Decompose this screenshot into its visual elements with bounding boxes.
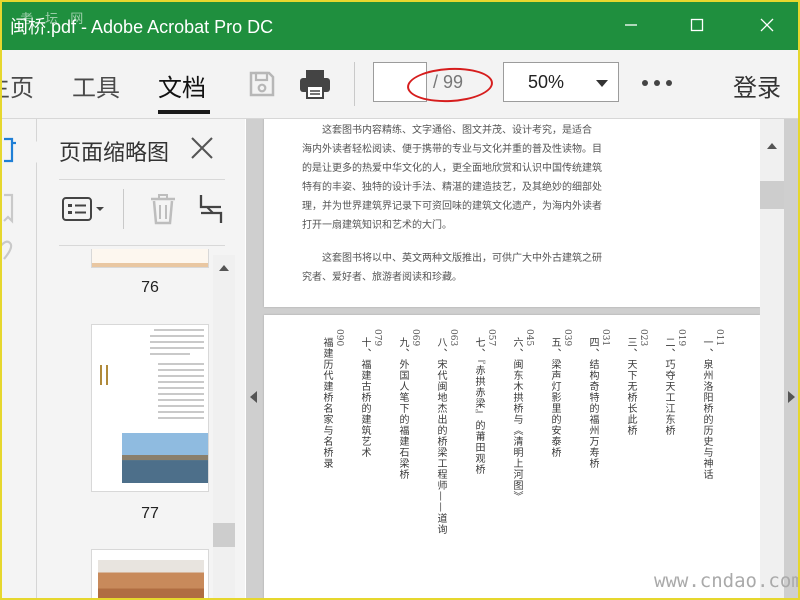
zoom-select[interactable]: 50%	[503, 62, 619, 102]
window-title: 闽桥.pdf - Adobe Acrobat Pro DC	[10, 17, 274, 37]
print-button[interactable]	[295, 64, 335, 104]
close-window-button[interactable]	[742, 0, 792, 50]
page-thumbnail-76[interactable]	[91, 249, 209, 268]
page-text-block: 这套图书内容精练、文字通俗、图文并茂、设计考究，是适合 海内外读者轻松阅读、便于…	[302, 121, 732, 287]
scroll-up-icon[interactable]	[767, 143, 777, 149]
scrollbar-thumb[interactable]	[760, 181, 784, 209]
toolbar-divider	[354, 62, 355, 106]
toc-entry: 090 福建历代建桥名家与名桥录	[321, 329, 344, 469]
thumbnail-photo	[98, 560, 204, 599]
pdf-page: 这套图书内容精练、文字通俗、图文并茂、设计考究，是适合 海内外读者轻松阅读、便于…	[264, 119, 760, 307]
crop-page-button[interactable]	[197, 191, 227, 227]
thumbnail-options-button[interactable]	[59, 191, 109, 227]
thumbnail-panel: 页面缩略图 76 77	[37, 119, 245, 600]
thumbnail-photo	[122, 433, 208, 483]
document-scrollbar[interactable]	[760, 119, 784, 600]
save-icon	[249, 71, 275, 97]
print-icon	[300, 70, 330, 99]
next-page-icon[interactable]	[788, 391, 795, 403]
crop-icon	[199, 195, 223, 223]
tab-home[interactable]: 主页	[0, 68, 34, 103]
panel-pointer	[26, 140, 38, 164]
chevron-down-icon	[596, 80, 608, 87]
document-view[interactable]: 这套图书内容精练、文字通俗、图文并茂、设计考究，是适合 海内外读者轻松阅读、便于…	[246, 119, 800, 600]
maximize-button[interactable]	[672, 0, 722, 50]
text-line: 海内外读者轻松阅读、便于携带的专业与文化并重的普及性读物。目	[302, 144, 602, 155]
toc-entry: 079 十、福建古桥的建筑艺术	[359, 329, 382, 458]
attachment-icon[interactable]	[0, 240, 13, 260]
thumbnail-label: 76	[141, 279, 159, 296]
delete-icon	[151, 194, 175, 225]
delete-page-button[interactable]	[143, 191, 183, 227]
toc-entry: 057 七、『赤拱赤梁』的莆田观桥	[473, 329, 496, 475]
tab-document[interactable]: 文档	[158, 68, 206, 103]
text-line: 究者、爱好者、旅游者阅读和珍藏。	[302, 272, 462, 283]
more-options-button[interactable]	[642, 80, 672, 86]
save-button[interactable]	[242, 64, 282, 104]
more-icon	[642, 80, 648, 86]
navigation-rail	[0, 119, 37, 600]
tab-tools[interactable]: 工具	[72, 68, 120, 103]
toc-entry: 019 二、巧夺天工江东桥	[663, 329, 686, 436]
page-thumbnails-icon[interactable]	[4, 137, 16, 163]
toc-entry: 023 三、天下无桥长此桥	[625, 329, 648, 436]
thumbnail-scrollbar[interactable]	[213, 255, 235, 600]
page-thumbnail-78[interactable]	[91, 549, 209, 600]
pdf-page-toc: 011 一、泉州洛阳桥的历史与神话 019 二、巧夺天工江东桥 023 三、天下无桥长…	[264, 315, 760, 600]
login-link[interactable]: 登录	[733, 68, 781, 103]
panel-title: 页面缩略图	[59, 141, 170, 166]
text-line: 理，并为世界建筑界记录下可资回味的建筑文化遗产，为海内外读者	[302, 201, 602, 212]
toc-entry: 031 四、结构奇特的福州万寿桥	[587, 329, 610, 469]
panel-tool-divider	[123, 189, 124, 229]
panel-divider	[59, 179, 225, 180]
toc-entry: 045 六、闽东木拱桥与《清明上河图》	[511, 329, 534, 502]
maximize-icon	[690, 18, 704, 32]
minimize-icon	[625, 24, 637, 26]
scrollbar-thumb[interactable]	[213, 523, 235, 547]
toc-entry: 063 八、宋代闽地杰出的桥梁工程师——道询	[435, 329, 458, 535]
active-tab-indicator	[158, 110, 210, 114]
text-line: 这套图书将以中、英文两种文版推出，可供广大中外古建筑之研	[322, 253, 602, 264]
toc-entry: 039 五、梁声灯影里的安泰桥	[549, 329, 572, 458]
thumbnail-options-icon	[62, 197, 104, 221]
text-line: 这套图书内容精练、文字通俗、图文并茂、设计考究，是适合	[322, 125, 592, 136]
close-icon	[191, 137, 213, 159]
toc-entry: 011 一、泉州洛阳桥的历史与神话	[701, 329, 724, 480]
page-thumbnail-77[interactable]	[91, 324, 209, 492]
close-icon	[760, 18, 774, 32]
text-line: 打开一扇建筑知识和艺术的大门。	[302, 220, 452, 231]
zoom-value: 50%	[528, 72, 565, 92]
minimize-button[interactable]	[606, 0, 656, 50]
toc-entry: 069 九、外国人笔下的福建石梁桥	[397, 329, 420, 480]
bookmark-icon[interactable]	[3, 193, 14, 224]
site-watermark: www.cndao.com	[654, 570, 800, 592]
text-line: 的是让更多的热爱中华文化的人，更全面地欣赏和认识中国传统建筑	[302, 163, 602, 174]
thumbnail-label: 77	[141, 505, 159, 522]
close-panel-button[interactable]	[189, 135, 215, 161]
scroll-up-icon[interactable]	[219, 265, 229, 271]
text-line: 特有的丰姿、独特的设计手法、精湛的建造技艺，及其绝妙的细部处	[302, 182, 602, 193]
panel-divider	[59, 245, 225, 246]
main-toolbar: 主页 工具 文档 / 99 50% 登录	[0, 50, 800, 119]
previous-page-icon[interactable]	[250, 391, 257, 403]
title-bar: 考 坛 网 闽桥.pdf - Adobe Acrobat Pro DC	[0, 0, 800, 50]
